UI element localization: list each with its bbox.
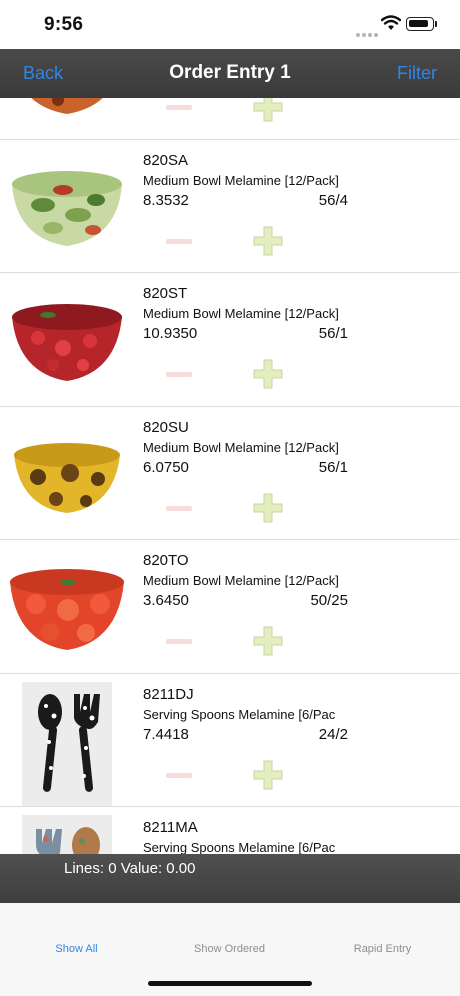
product-image: [12, 170, 122, 246]
product-pack: 56/4: [318, 191, 348, 209]
status-time: 9:56: [44, 14, 84, 35]
product-image: [22, 815, 112, 854]
product-price: 8.3532: [143, 191, 189, 209]
product-image: [10, 569, 124, 650]
tab-rapid-entry[interactable]: Rapid Entry: [306, 943, 459, 955]
decrease-quantity-button[interactable]: [166, 639, 192, 644]
product-description: Serving Spoons Melamine [6/Pac: [143, 840, 336, 854]
battery-icon: [406, 17, 434, 31]
product-row[interactable]: 820SU Medium Bowl Melamine [12/Pack] 6.0…: [0, 407, 460, 540]
order-summary-bar: Lines: 0 Value: 0.00: [0, 854, 460, 903]
product-row[interactable]: 8211MA Serving Spoons Melamine [6/Pac: [0, 807, 460, 854]
product-price: 7.4418: [143, 725, 189, 743]
product-image: [22, 681, 112, 806]
product-row[interactable]: 820ST Medium Bowl Melamine [12/Pack] 10.…: [0, 273, 460, 407]
home-indicator: [148, 981, 312, 986]
product-price: 6.0750: [143, 458, 189, 476]
increase-quantity-button[interactable]: [253, 359, 283, 389]
product-description: Medium Bowl Melamine [12/Pack]: [143, 172, 339, 188]
product-pack: 50/25: [310, 592, 348, 609]
product-description: Medium Bowl Melamine [12/Pack]: [143, 573, 339, 588]
product-row[interactable]: [0, 98, 460, 140]
product-image: [14, 442, 120, 513]
decrease-quantity-button[interactable]: [166, 105, 192, 110]
product-row[interactable]: 8211DJ Serving Spoons Melamine [6/Pac 7.…: [0, 674, 460, 807]
product-list[interactable]: 820SA Medium Bowl Melamine [12/Pack] 8.3…: [0, 98, 460, 854]
product-code: 820TO: [143, 552, 189, 569]
increase-quantity-button[interactable]: [253, 226, 283, 256]
product-row[interactable]: 820SA Medium Bowl Melamine [12/Pack] 8.3…: [0, 140, 460, 273]
decrease-quantity-button[interactable]: [166, 772, 192, 778]
order-summary-text: Lines: 0 Value: 0.00: [64, 860, 196, 877]
product-row[interactable]: 820TO Medium Bowl Melamine [12/Pack] 3.6…: [0, 540, 460, 674]
product-code: 820SU: [143, 418, 189, 436]
product-pack: 24/2: [318, 725, 348, 743]
decrease-quantity-button[interactable]: [166, 238, 192, 244]
increase-quantity-button[interactable]: [253, 98, 283, 122]
filter-button[interactable]: Filter: [397, 63, 437, 84]
tab-show-all[interactable]: Show All: [0, 943, 153, 955]
product-description: Medium Bowl Melamine [12/Pack]: [143, 439, 339, 455]
page-title: Order Entry 1: [169, 62, 291, 83]
product-price: 3.6450: [143, 592, 189, 609]
product-code: 8211DJ: [143, 685, 194, 703]
signal-icon: [356, 24, 380, 42]
navigation-bar: Back Order Entry 1 Filter: [0, 49, 460, 98]
wifi-icon: [381, 15, 401, 30]
product-code: 820SA: [143, 151, 189, 169]
tab-show-ordered[interactable]: Show Ordered: [153, 943, 306, 955]
product-pack: 56/1: [318, 325, 348, 342]
increase-quantity-button[interactable]: [253, 626, 283, 656]
product-code: 8211MA: [143, 819, 198, 836]
product-price: 10.9350: [143, 325, 198, 342]
product-pack: 56/1: [318, 458, 348, 476]
product-image: [12, 304, 122, 381]
product-image: [31, 98, 103, 114]
increase-quantity-button[interactable]: [253, 493, 283, 523]
decrease-quantity-button[interactable]: [166, 372, 192, 377]
increase-quantity-button[interactable]: [253, 760, 283, 790]
status-bar: 9:56: [0, 0, 460, 50]
decrease-quantity-button[interactable]: [166, 505, 192, 511]
product-description: Medium Bowl Melamine [12/Pack]: [143, 306, 339, 321]
product-description: Serving Spoons Melamine [6/Pac: [143, 706, 336, 722]
product-code: 820ST: [143, 285, 188, 302]
